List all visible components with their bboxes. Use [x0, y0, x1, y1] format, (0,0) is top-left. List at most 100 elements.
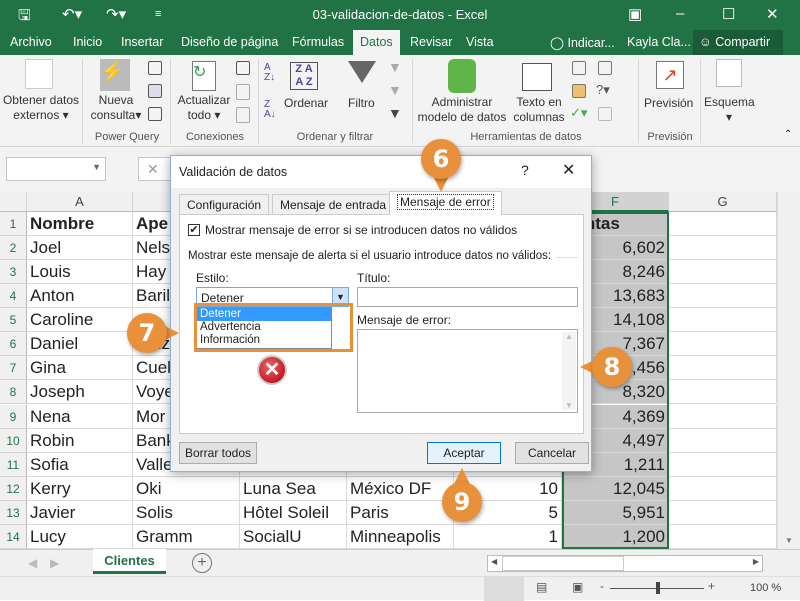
refresh-all-button[interactable]: Actualizar todo ▾	[174, 93, 234, 123]
from-table-icon[interactable]	[148, 84, 162, 98]
table-cell[interactable]: 1,200	[562, 524, 669, 549]
connections-icon[interactable]	[236, 61, 250, 75]
table-cell[interactable]: Solis	[133, 500, 240, 525]
table-cell[interactable]: Kerry	[27, 476, 133, 501]
tab-datos[interactable]: Datos	[353, 30, 400, 55]
table-cell[interactable]	[669, 332, 777, 357]
table-cell[interactable]	[669, 236, 777, 261]
outline-button[interactable]: Esquema ▾	[704, 95, 755, 125]
cancel-button[interactable]: Cancelar	[515, 442, 589, 464]
row-header[interactable]: 7	[0, 356, 27, 381]
sheet-tab-clientes[interactable]: Clientes	[93, 549, 166, 574]
row-header[interactable]: 6	[0, 332, 27, 357]
table-cell[interactable]: Gina	[27, 356, 133, 381]
table-cell[interactable]	[669, 476, 777, 501]
row-header[interactable]: 1	[0, 212, 27, 236]
remove-duplicates-icon[interactable]	[572, 84, 586, 98]
row-header[interactable]: 10	[0, 428, 27, 453]
show-error-checkbox[interactable]: ✔	[188, 224, 200, 236]
zoom-slider-thumb[interactable]	[656, 582, 660, 594]
close-icon[interactable]: ✕	[766, 5, 779, 23]
scroll-left-icon[interactable]: ◀	[491, 557, 497, 566]
error-message-textarea[interactable]: ▲ ▼	[357, 329, 578, 413]
textarea-scrollbar[interactable]: ▲ ▼	[562, 332, 576, 410]
table-cell[interactable]: Joseph	[27, 380, 133, 405]
edit-links-icon[interactable]	[236, 107, 250, 123]
get-external-data-button[interactable]: Obtener datos externos ▾	[2, 93, 80, 123]
forecast-sheet-button[interactable]: Previsión	[644, 96, 693, 111]
table-cell[interactable]	[669, 428, 777, 453]
horizontal-scrollbar[interactable]: ◀ ▶	[487, 555, 763, 572]
table-cell[interactable]: Sofia	[27, 452, 133, 477]
tab-diseno[interactable]: Diseño de página	[181, 35, 278, 49]
sort-za-icon[interactable]: Z A↓	[264, 100, 276, 120]
reapply-icon[interactable]: ▼	[388, 82, 402, 98]
row-header[interactable]: 11	[0, 452, 27, 477]
new-query-button[interactable]: Nueva consulta▾	[88, 93, 144, 123]
dialog-close-icon[interactable]: ✕	[562, 160, 575, 180]
table-cell[interactable]: Minneapolis	[347, 524, 454, 549]
name-box[interactable]: ▼	[6, 157, 106, 181]
table-cell[interactable]: México DF	[347, 476, 454, 501]
row-header[interactable]: 2	[0, 236, 27, 261]
table-cell[interactable]: Robin	[27, 428, 133, 453]
relationships-icon[interactable]	[598, 107, 612, 121]
table-cell[interactable]: Anton	[27, 284, 133, 309]
table-cell[interactable]: 12,045	[562, 476, 669, 501]
filter-button[interactable]: Filtro	[348, 96, 375, 111]
text-to-columns-button[interactable]: Texto en columnas	[510, 95, 568, 125]
normal-view-icon[interactable]	[484, 577, 524, 601]
row-header[interactable]: 5	[0, 308, 27, 333]
prev-sheet-icon[interactable]: ◀	[28, 556, 37, 570]
tab-revisar[interactable]: Revisar	[410, 35, 452, 49]
minimize-icon[interactable]: –	[676, 5, 684, 22]
table-cell[interactable]	[669, 308, 777, 333]
page-break-icon[interactable]: ▣	[572, 580, 583, 594]
table-cell[interactable]: Paris	[347, 500, 454, 525]
table-cell[interactable]: Louis	[27, 260, 133, 285]
select-all-corner[interactable]	[0, 192, 27, 212]
flash-fill-icon[interactable]	[572, 61, 586, 75]
page-layout-icon[interactable]: ▤	[536, 580, 547, 594]
row-header[interactable]: 3	[0, 260, 27, 285]
share-button[interactable]: ☺ Compartir	[693, 30, 783, 55]
row-header[interactable]: 4	[0, 284, 27, 309]
maximize-icon[interactable]: ☐	[722, 5, 735, 23]
properties-icon[interactable]	[236, 84, 250, 100]
table-cell[interactable]	[669, 260, 777, 285]
tab-insertar[interactable]: Insertar	[121, 35, 163, 49]
ok-button[interactable]: Aceptar	[427, 442, 501, 464]
title-input[interactable]	[357, 287, 578, 307]
table-cell[interactable]: Joel	[27, 236, 133, 261]
tell-me[interactable]: ◯ Indicar...	[550, 35, 615, 50]
tab-archivo[interactable]: Archivo	[10, 35, 52, 49]
header-cell[interactable]: Nombre	[27, 212, 133, 236]
next-sheet-icon[interactable]: ▶	[50, 556, 59, 570]
clear-all-button[interactable]: Borrar todos	[179, 442, 257, 464]
row-header[interactable]: 14	[0, 524, 27, 549]
help-button[interactable]: ?	[521, 162, 529, 178]
sort-az-icon[interactable]: A Z↓	[264, 63, 275, 83]
zoom-out-icon[interactable]: -	[600, 579, 604, 593]
manage-data-model-button[interactable]: Administrar modelo de datos	[414, 95, 510, 125]
table-cell[interactable]: Daniel	[27, 332, 133, 357]
row-header[interactable]: 13	[0, 500, 27, 525]
collapse-ribbon-icon[interactable]: ⌃	[784, 129, 792, 140]
zoom-in-icon[interactable]: +	[708, 579, 715, 593]
column-header[interactable]: G	[669, 192, 777, 212]
header-cell[interactable]	[669, 212, 777, 236]
table-cell[interactable]	[669, 500, 777, 525]
scroll-down-icon[interactable]: ▼	[785, 536, 793, 545]
column-header[interactable]: A	[27, 192, 133, 212]
tab-vista[interactable]: Vista	[466, 35, 494, 49]
scrollbar-thumb[interactable]	[502, 556, 624, 571]
advanced-filter-icon[interactable]: ▼	[388, 105, 402, 121]
ribbon-display-icon[interactable]: ▣	[628, 5, 642, 23]
table-cell[interactable]: 5,951	[562, 500, 669, 525]
sort-button[interactable]: Ordenar	[284, 96, 328, 111]
user-name[interactable]: Kayla Cla...	[627, 35, 691, 49]
clear-filter-icon[interactable]: ▼	[388, 59, 402, 75]
table-cell[interactable]	[669, 356, 777, 381]
vertical-scrollbar[interactable]: ▼	[777, 192, 800, 549]
table-cell[interactable]: Javier	[27, 500, 133, 525]
